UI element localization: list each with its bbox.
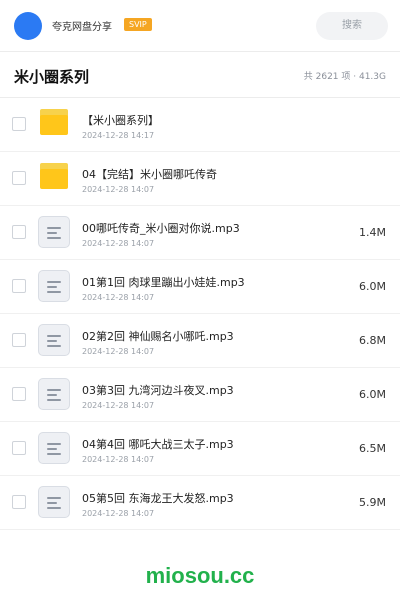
item-date: 2024-12-28 14:07	[82, 347, 155, 356]
item-name[interactable]: 03第3回 九湾河边斗夜叉.mp3	[82, 382, 234, 398]
checkbox[interactable]	[12, 279, 26, 293]
document-icon	[38, 486, 70, 518]
list-item[interactable]: 05第5回 东海龙王大发怒.mp3 2024-12-28 14:07 5.9M	[0, 476, 400, 530]
list-item[interactable]: 03第3回 九湾河边斗夜叉.mp3 2024-12-28 14:07 6.0M	[0, 368, 400, 422]
item-name[interactable]: 【米小圈系列】	[82, 112, 159, 128]
document-icon	[38, 216, 70, 248]
item-size: 5.9M	[359, 496, 386, 509]
list-item[interactable]: 00哪吒传奇_米小圈对你说.mp3 2024-12-28 14:07 1.4M	[0, 206, 400, 260]
document-icon	[38, 270, 70, 302]
folder-summary: 共 2621 项 · 41.3G	[303, 72, 386, 82]
avatar[interactable]	[14, 12, 42, 40]
item-size: 6.5M	[359, 442, 386, 455]
item-date: 2024-12-28 14:17	[82, 131, 155, 140]
item-name[interactable]: 01第1回 肉球里蹦出小娃娃.mp3	[82, 274, 245, 290]
list-item[interactable]: 【米小圈系列】 2024-12-28 14:17	[0, 98, 400, 152]
checkbox[interactable]	[12, 387, 26, 401]
folder-icon	[40, 163, 68, 189]
svip-badge: SVIP	[124, 18, 152, 31]
item-name[interactable]: 00哪吒传奇_米小圈对你说.mp3	[82, 220, 240, 236]
item-date: 2024-12-28 14:07	[82, 293, 155, 302]
item-size: 6.0M	[359, 388, 386, 401]
checkbox[interactable]	[12, 171, 26, 185]
list-item[interactable]: 04【完结】米小圈哪吒传奇 2024-12-28 14:07	[0, 152, 400, 206]
item-size: 1.4M	[359, 226, 386, 239]
item-name[interactable]: 04【完结】米小圈哪吒传奇	[82, 166, 217, 182]
item-name[interactable]: 05第5回 东海龙王大发怒.mp3	[82, 490, 234, 506]
share-name: 夸克网盘分享	[52, 22, 112, 33]
item-date: 2024-12-28 14:07	[82, 455, 155, 464]
item-size: 6.0M	[359, 280, 386, 293]
list-item[interactable]: 02第2回 神仙赐名小哪吒.mp3 2024-12-28 14:07 6.8M	[0, 314, 400, 368]
list-item[interactable]: 04第4回 哪吒大战三太子.mp3 2024-12-28 14:07 6.5M	[0, 422, 400, 476]
page-title: 米小圈系列	[14, 68, 90, 86]
item-date: 2024-12-28 14:07	[82, 401, 155, 410]
folder-icon	[40, 109, 68, 135]
checkbox[interactable]	[12, 117, 26, 131]
watermark: miosou.cc	[145, 563, 255, 588]
document-icon	[38, 378, 70, 410]
document-icon	[38, 324, 70, 356]
list-item[interactable]: 01第1回 肉球里蹦出小娃娃.mp3 2024-12-28 14:07 6.0M	[0, 260, 400, 314]
item-size: 6.8M	[359, 334, 386, 347]
item-date: 2024-12-28 14:07	[82, 509, 155, 518]
search-button[interactable]: 搜索	[316, 12, 388, 40]
header: 夸克网盘分享 SVIP 搜索	[0, 0, 400, 52]
checkbox[interactable]	[12, 495, 26, 509]
document-icon	[38, 432, 70, 464]
checkbox[interactable]	[12, 441, 26, 455]
item-name[interactable]: 04第4回 哪吒大战三太子.mp3	[82, 436, 234, 452]
item-date: 2024-12-28 14:07	[82, 239, 155, 248]
item-date: 2024-12-28 14:07	[82, 185, 155, 194]
folder-header: 米小圈系列 共 2621 项 · 41.3G	[0, 52, 400, 98]
checkbox[interactable]	[12, 225, 26, 239]
item-name[interactable]: 02第2回 神仙赐名小哪吒.mp3	[82, 328, 234, 344]
checkbox[interactable]	[12, 333, 26, 347]
file-list: 【米小圈系列】 2024-12-28 14:17 04【完结】米小圈哪吒传奇 2…	[0, 98, 400, 530]
